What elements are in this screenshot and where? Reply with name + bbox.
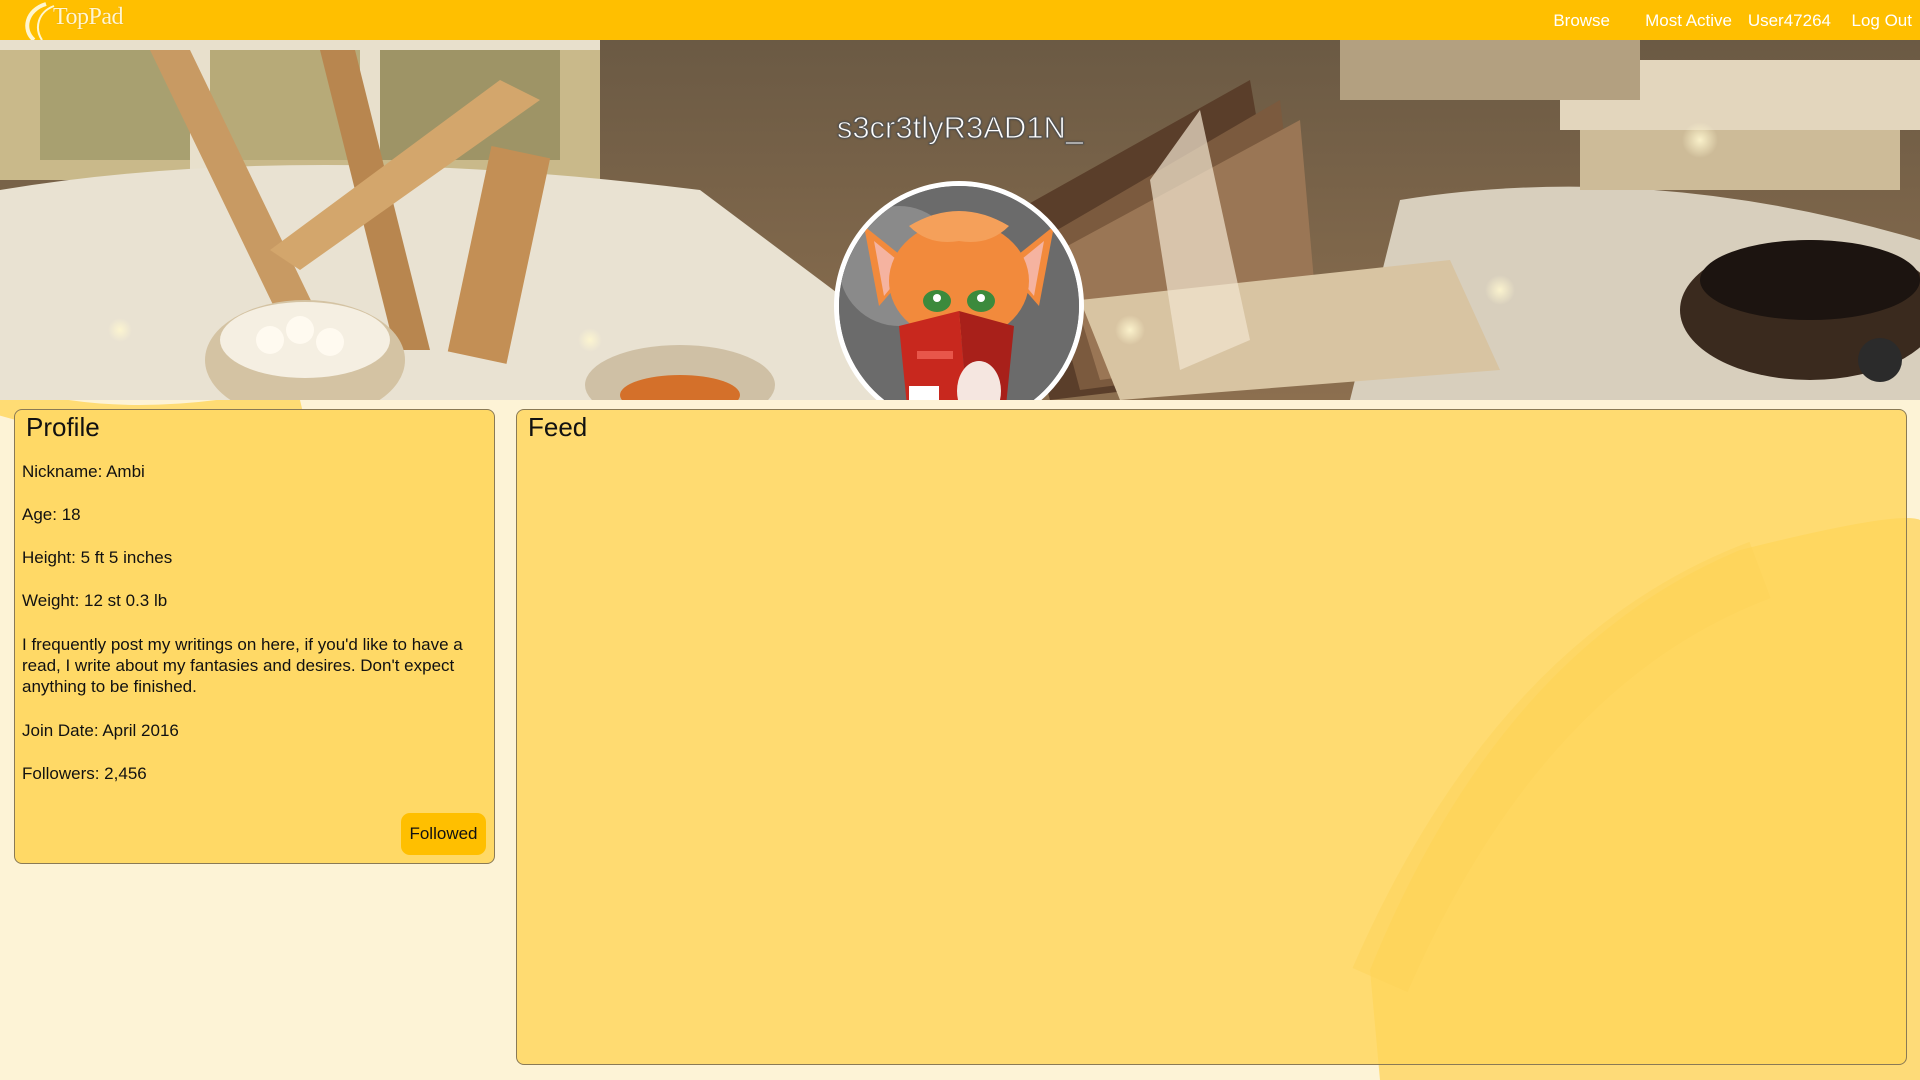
- nav-logout-link[interactable]: Log Out: [1852, 11, 1913, 31]
- logo-text: TopPad: [53, 4, 123, 30]
- profile-join-date: Join Date: April 2016: [22, 721, 179, 740]
- nav-user-link[interactable]: User47264: [1748, 11, 1831, 31]
- profile-age: Age: 18: [22, 505, 81, 524]
- profile-weight: Weight: 12 st 0.3 lb: [22, 591, 168, 610]
- profile-followers: Followers: 2,456: [22, 764, 147, 783]
- feed-panel-title: Feed: [528, 412, 588, 442]
- profile-banner: s3cr3tlyR3AD1N_: [0, 40, 1920, 400]
- profile-panel-title: Profile: [26, 412, 100, 442]
- avatar-image: [839, 186, 1079, 400]
- profile-nickname: Nickname: Ambi: [22, 462, 145, 481]
- profile-panel: Profile Nickname: Ambi Age: 18 Height: 5…: [14, 409, 495, 864]
- top-nav-bar: TopPad Browse Most Active User47264 Log …: [0, 0, 1920, 42]
- feed-panel: Feed: [516, 409, 1907, 1065]
- follow-button[interactable]: Followed: [401, 813, 486, 855]
- nav-browse-link[interactable]: Browse: [1553, 11, 1610, 31]
- app-logo[interactable]: TopPad: [20, 0, 140, 42]
- profile-username: s3cr3tlyR3AD1N_: [836, 110, 1084, 146]
- profile-bio: I frequently post my writings on here, i…: [22, 635, 463, 696]
- nav-most-active-link[interactable]: Most Active: [1645, 11, 1732, 31]
- profile-height: Height: 5 ft 5 inches: [22, 548, 173, 567]
